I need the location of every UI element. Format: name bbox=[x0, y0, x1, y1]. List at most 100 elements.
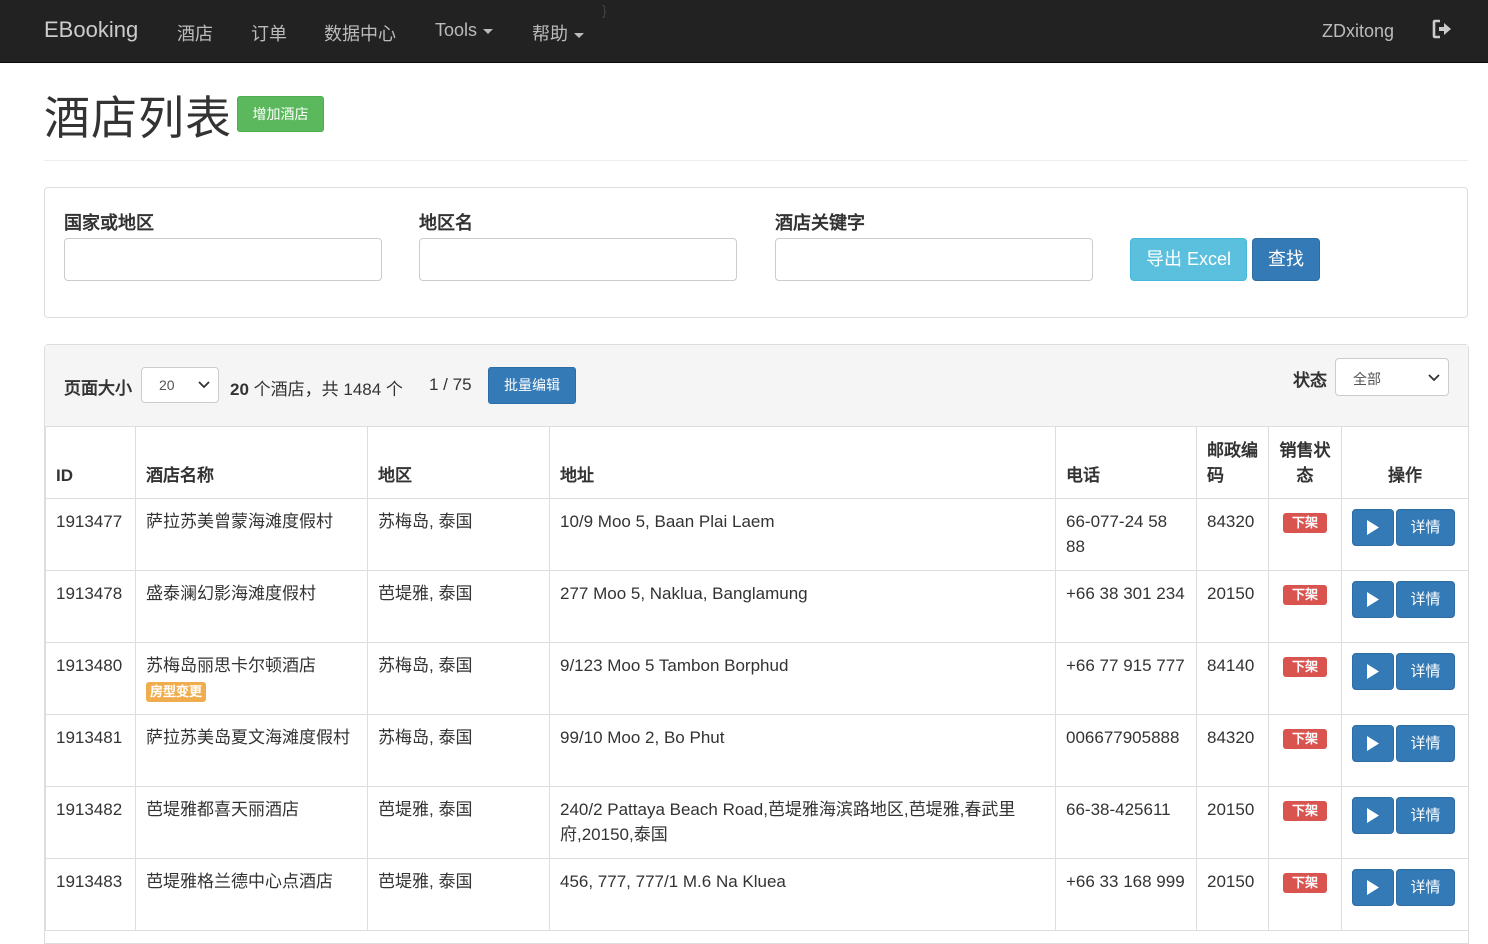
cell-region-text: 苏梅岛, 泰国 bbox=[378, 728, 473, 747]
cell-name: 苏梅岛丽思卡尔顿酒店 房型变更 bbox=[135, 642, 368, 715]
nav-help-label: 帮助 bbox=[532, 24, 568, 44]
detail-button[interactable]: 详情 bbox=[1396, 653, 1455, 690]
col-postal[interactable]: 邮政编码 bbox=[1196, 426, 1269, 499]
hotel-table: ID 酒店名称 地区 地址 电话 邮政编码 销售状态 操作 1913477 萨拉苏… bbox=[45, 426, 1469, 931]
col-id[interactable]: ID bbox=[45, 426, 136, 499]
play-icon bbox=[1367, 880, 1379, 895]
add-hotel-button[interactable]: 增加酒店 bbox=[237, 96, 324, 132]
page-title: 酒店列表 bbox=[44, 91, 232, 145]
hotel-count-page: 20 bbox=[230, 380, 249, 399]
country-label: 国家或地区 bbox=[64, 213, 154, 233]
cell-region-text: 芭堤雅, 泰国 bbox=[378, 872, 473, 891]
play-button[interactable] bbox=[1352, 797, 1394, 834]
play-icon bbox=[1367, 808, 1379, 823]
play-button[interactable] bbox=[1352, 869, 1394, 906]
cell-status: 下架 bbox=[1268, 570, 1342, 643]
region-input[interactable] bbox=[419, 238, 737, 281]
logout-icon[interactable] bbox=[1431, 18, 1453, 40]
search-button[interactable]: 查找 bbox=[1252, 238, 1320, 281]
offline-status-badge: 下架 bbox=[1282, 657, 1327, 677]
play-button[interactable] bbox=[1352, 653, 1394, 690]
detail-button[interactable]: 详情 bbox=[1396, 725, 1455, 762]
table-header-row: ID 酒店名称 地区 地址 电话 邮政编码 销售状态 操作 bbox=[45, 426, 1469, 499]
detail-button[interactable]: 详情 bbox=[1396, 869, 1455, 906]
page-size-select[interactable]: 20 bbox=[141, 367, 219, 403]
cell-id-text: 1913482 bbox=[56, 800, 123, 819]
col-sale-status[interactable]: 销售状态 bbox=[1268, 426, 1342, 499]
export-excel-button[interactable]: 导出 Excel bbox=[1130, 238, 1247, 281]
offline-status-badge: 下架 bbox=[1282, 513, 1327, 533]
nav-orders[interactable]: 订单 bbox=[251, 20, 287, 46]
detail-button[interactable]: 详情 bbox=[1396, 581, 1455, 618]
cell-region: 芭堤雅, 泰国 bbox=[367, 570, 550, 643]
region-label: 地区名 bbox=[419, 213, 473, 233]
hotel-name[interactable]: 芭堤雅格兰德中心点酒店 bbox=[146, 872, 333, 891]
play-icon bbox=[1367, 592, 1379, 607]
cell-address-text: 456, 777, 777/1 M.6 Na Kluea bbox=[560, 872, 786, 891]
cell-phone: +66 77 915 777 bbox=[1055, 642, 1197, 715]
offline-status-badge: 下架 bbox=[1282, 873, 1327, 893]
room-type-change-badge: 房型变更 bbox=[146, 682, 207, 702]
table-row: 1913480 苏梅岛丽思卡尔顿酒店 房型变更 苏梅岛, 泰国 9/123 Moo 5 … bbox=[45, 642, 1469, 715]
play-button[interactable] bbox=[1352, 725, 1394, 762]
table-row: 1913477 萨拉苏美曾蒙海滩度假村 苏梅岛, 泰国 10/9 Moo 5, Baa… bbox=[45, 498, 1469, 571]
caret-down-icon bbox=[483, 28, 494, 34]
table-row: 1913482 芭堤雅都喜天丽酒店 芭堤雅, 泰国 240/2 Pattaya Bea… bbox=[45, 786, 1469, 859]
caret-down-icon bbox=[574, 32, 584, 38]
cell-region: 芭堤雅, 泰国 bbox=[367, 858, 550, 931]
cell-address-text: 277 Moo 5, Naklua, Banglamung bbox=[560, 584, 808, 603]
nav-data-center[interactable]: 数据中心 bbox=[324, 20, 396, 46]
keyword-input[interactable] bbox=[775, 238, 1093, 281]
header-divider bbox=[44, 160, 1468, 161]
cell-postal-text: 84140 bbox=[1207, 656, 1255, 675]
cell-id-text: 1913477 bbox=[56, 512, 123, 531]
hotel-name[interactable]: 苏梅岛丽思卡尔顿酒店 bbox=[146, 656, 316, 675]
detail-button[interactable]: 详情 bbox=[1396, 509, 1455, 546]
nav-help-dropdown[interactable]: 帮助 bbox=[532, 20, 584, 46]
cell-postal: 84320 bbox=[1196, 498, 1269, 571]
cell-phone-text: +66 38 301 234 bbox=[1066, 584, 1185, 603]
hotel-name[interactable]: 萨拉苏美曾蒙海滩度假村 bbox=[146, 512, 333, 531]
col-region[interactable]: 地区 bbox=[367, 426, 550, 499]
col-name[interactable]: 酒店名称 bbox=[135, 426, 368, 499]
hotel-name[interactable]: 萨拉苏美岛夏文海滩度假村 bbox=[146, 728, 350, 747]
hotel-name[interactable]: 盛泰澜幻影海滩度假村 bbox=[146, 584, 316, 603]
cell-address-text: 99/10 Moo 2, Bo Phut bbox=[560, 728, 725, 747]
cell-address-text: 9/123 Moo 5 Tambon Borphud bbox=[560, 656, 789, 675]
cell-region: 苏梅岛, 泰国 bbox=[367, 642, 550, 715]
nav-tools-dropdown[interactable]: Tools bbox=[435, 20, 494, 41]
cell-status: 下架 bbox=[1268, 498, 1342, 571]
cell-address: 10/9 Moo 5, Baan Plai Laem bbox=[549, 498, 1056, 571]
play-icon bbox=[1367, 736, 1379, 751]
detail-button[interactable]: 详情 bbox=[1396, 797, 1455, 834]
user-menu[interactable]: ZDxitong bbox=[1322, 21, 1394, 42]
play-button[interactable] bbox=[1352, 581, 1394, 618]
batch-edit-button[interactable]: 批量编辑 bbox=[488, 367, 576, 404]
cell-ops: 详情 bbox=[1341, 498, 1469, 571]
nav-hotels[interactable]: 酒店 bbox=[177, 20, 213, 46]
cell-id: 1913478 bbox=[45, 570, 136, 643]
col-phone[interactable]: 电话 bbox=[1055, 426, 1197, 499]
play-button[interactable] bbox=[1352, 509, 1394, 546]
table-row: 1913483 芭堤雅格兰德中心点酒店 芭堤雅, 泰国 456, 777, 777/1… bbox=[45, 858, 1469, 931]
table-row: 1913478 盛泰澜幻影海滩度假村 芭堤雅, 泰国 277 Moo 5, Naklu… bbox=[45, 570, 1469, 643]
cell-ops: 详情 bbox=[1341, 714, 1469, 787]
brand-link[interactable]: EBooking bbox=[44, 17, 138, 43]
hotel-name[interactable]: 芭堤雅都喜天丽酒店 bbox=[146, 800, 299, 819]
col-ops: 操作 bbox=[1341, 426, 1469, 499]
status-filter-select[interactable]: 全部 bbox=[1335, 358, 1449, 396]
cell-status: 下架 bbox=[1268, 642, 1342, 715]
cell-id: 1913480 bbox=[45, 642, 136, 715]
country-input[interactable] bbox=[64, 238, 382, 281]
cell-address-text: 240/2 Pattaya Beach Road,芭堤雅海滨路地区,芭堤雅,春武… bbox=[560, 800, 1016, 844]
cell-region-text: 芭堤雅, 泰国 bbox=[378, 800, 473, 819]
offline-status-badge: 下架 bbox=[1282, 801, 1327, 821]
cell-region-text: 芭堤雅, 泰国 bbox=[378, 584, 473, 603]
play-icon bbox=[1367, 520, 1379, 535]
cell-id-text: 1913481 bbox=[56, 728, 123, 747]
col-address[interactable]: 地址 bbox=[549, 426, 1056, 499]
nav-tools-label: Tools bbox=[435, 20, 478, 40]
stray-brace-text: } bbox=[602, 2, 607, 18]
cell-postal-text: 20150 bbox=[1207, 584, 1255, 603]
page-indicator: 1 / 75 bbox=[429, 375, 472, 394]
